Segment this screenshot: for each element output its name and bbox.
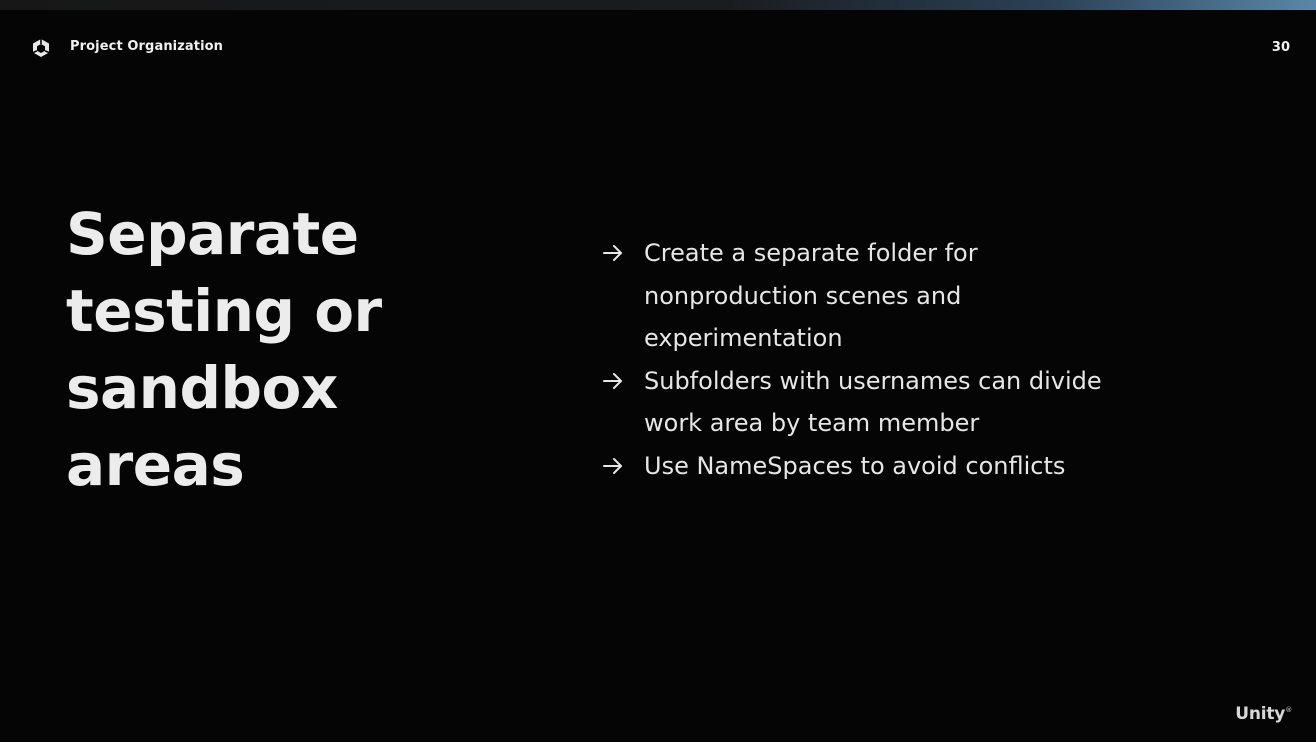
bullet-text: Use NameSpaces to avoid conflicts (644, 451, 1066, 480)
bullet-item: Create a separate folder for nonproducti… (602, 232, 1262, 360)
bullet-list: Create a separate folder for nonproducti… (602, 232, 1262, 487)
top-color-strip (0, 0, 1316, 10)
presentation-slide: Project Organization 30 Separate testing… (0, 0, 1316, 742)
arrow-right-icon (603, 245, 622, 261)
arrow-right-icon (603, 372, 622, 389)
page-number: 30 (1271, 40, 1290, 55)
bullet-item: Subfolders with usernames can divide wor… (602, 360, 1262, 445)
bullet-text: Subfolders with usernames can divide wor… (644, 366, 1102, 438)
section-title: Project Organization (70, 39, 224, 54)
bullet-item: Use NameSpaces to avoid conflicts (602, 445, 1262, 488)
unity-cube-icon (32, 39, 50, 57)
slide-headline: Separate testing or sandbox areas (66, 200, 382, 499)
unity-logo: Unity® (1235, 704, 1292, 724)
unity-logo-text: Unity (1235, 704, 1286, 724)
registered-mark: ® (1285, 706, 1292, 714)
arrow-right-icon (603, 457, 622, 474)
bullet-text: Create a separate folder for nonproducti… (644, 239, 978, 352)
